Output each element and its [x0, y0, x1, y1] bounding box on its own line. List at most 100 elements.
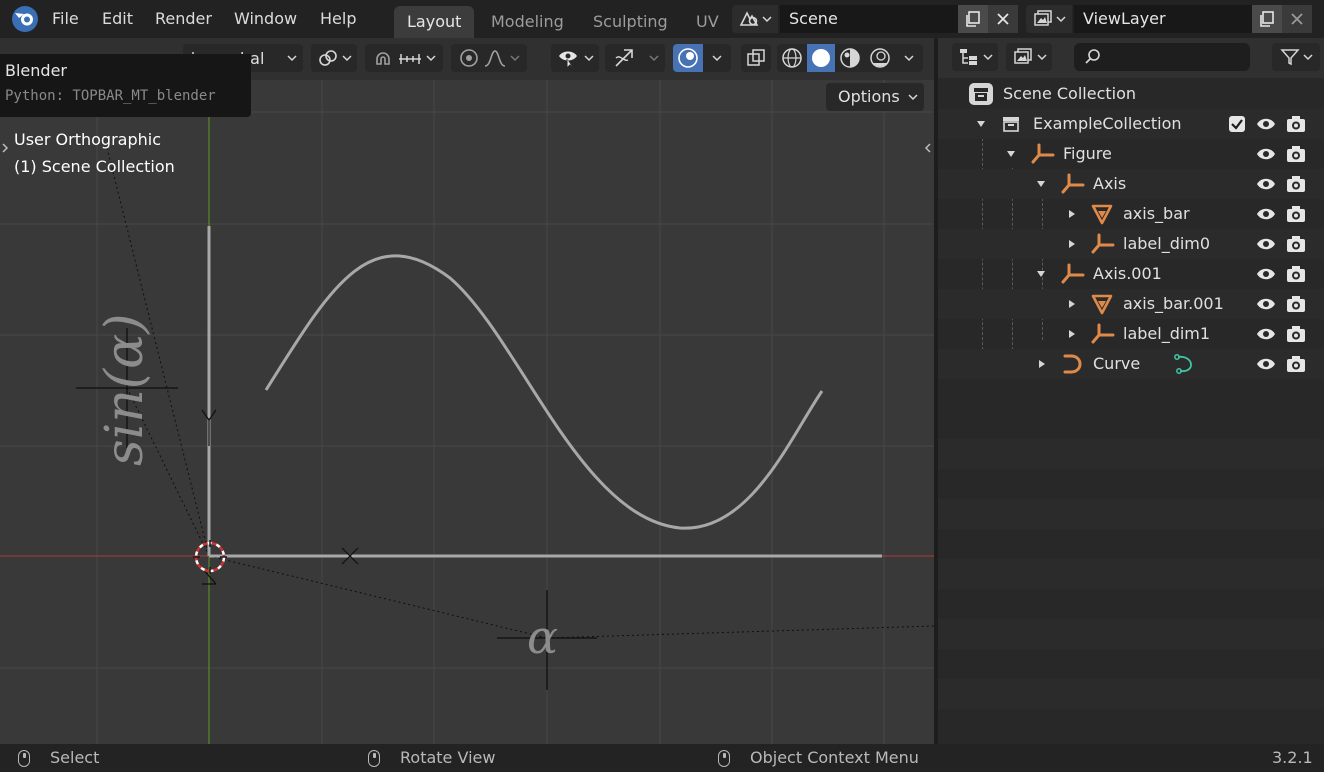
outliner-row-figure[interactable]: Figure — [938, 139, 1324, 169]
eye-icon[interactable] — [1256, 295, 1276, 313]
expand-arrow-down-icon[interactable] — [976, 119, 986, 129]
tab-sculpting[interactable]: Sculpting — [580, 6, 681, 38]
status-context-menu: Object Context Menu — [750, 748, 919, 767]
outliner-row-label-dim1[interactable]: label_dim1 — [938, 319, 1324, 349]
blender-logo-icon[interactable] — [9, 4, 41, 34]
tab-modeling[interactable]: Modeling — [478, 6, 577, 38]
outliner-row-scene-collection[interactable]: Scene Collection — [938, 79, 1324, 109]
menu-window[interactable]: Window — [234, 0, 297, 38]
camera-icon[interactable] — [1286, 295, 1306, 313]
toolbar-expand-handle[interactable] — [0, 138, 10, 158]
empty-icon — [1091, 323, 1115, 344]
outliner-search-input[interactable] — [1074, 43, 1250, 71]
outliner-label: label_dim1 — [1123, 324, 1211, 343]
chevron-down-icon — [1302, 54, 1313, 61]
display-mode-dropdown[interactable] — [952, 43, 998, 71]
scene-delete-button[interactable] — [988, 5, 1018, 33]
checkmark-icon — [1231, 119, 1243, 130]
view-layer-new-button[interactable] — [1252, 5, 1282, 33]
expand-arrow-right-icon[interactable] — [1037, 359, 1047, 369]
scene-name-field[interactable]: Scene — [780, 5, 958, 33]
outliner-label: label_dim0 — [1123, 234, 1211, 253]
shading-dropdown[interactable] — [895, 44, 923, 72]
outliner-row-examplecollection[interactable]: ExampleCollection — [938, 109, 1324, 139]
tab-layout[interactable]: Layout — [394, 6, 475, 38]
outliner-label: Axis — [1093, 174, 1127, 193]
sidebar-expand-handle[interactable] — [923, 138, 933, 158]
eye-icon[interactable] — [1256, 205, 1276, 223]
proportional-edit-toggle[interactable] — [451, 44, 527, 72]
search-icon — [1085, 49, 1100, 64]
shading-rendered-button[interactable] — [865, 44, 895, 72]
curve-icon — [1063, 354, 1082, 374]
empty-row — [938, 499, 1324, 529]
camera-icon[interactable] — [1286, 235, 1306, 253]
expand-arrow-right-icon[interactable] — [1067, 299, 1077, 309]
menu-help[interactable]: Help — [320, 0, 356, 38]
snap-toggle[interactable] — [365, 44, 443, 72]
eye-icon[interactable] — [1256, 145, 1276, 163]
shading-solid-button[interactable] — [807, 44, 835, 72]
curve-data-icon[interactable] — [1172, 353, 1196, 375]
chevron-right-icon — [2, 143, 9, 153]
eye-icon[interactable] — [1256, 325, 1276, 343]
empty-icon — [1031, 143, 1055, 164]
outliner-label: axis_bar — [1123, 204, 1190, 223]
tooltip-title: Blender — [5, 61, 67, 80]
eye-icon[interactable] — [1256, 175, 1276, 193]
camera-icon[interactable] — [1286, 115, 1306, 133]
outliner-row-label-dim0[interactable]: label_dim0 — [938, 229, 1324, 259]
exclude-checkbox[interactable] — [1229, 116, 1245, 132]
outliner-row-curve[interactable]: Curve — [938, 349, 1324, 379]
camera-icon[interactable] — [1286, 355, 1306, 373]
expand-arrow-right-icon[interactable] — [1067, 239, 1077, 249]
shading-wireframe-button[interactable] — [777, 44, 807, 72]
expand-arrow-right-icon[interactable] — [1067, 209, 1077, 219]
empty-icon — [1061, 173, 1085, 194]
camera-icon[interactable] — [1286, 145, 1306, 163]
xray-toggle[interactable] — [741, 44, 771, 72]
menu-render[interactable]: Render — [155, 0, 212, 38]
object-visibility-dropdown[interactable] — [551, 44, 599, 72]
camera-icon[interactable] — [1286, 205, 1306, 223]
outliner-row-axis-bar-001[interactable]: axis_bar.001 — [938, 289, 1324, 319]
outliner-row-axis-001[interactable]: Axis.001 — [938, 259, 1324, 289]
menu-file[interactable]: File — [52, 0, 79, 38]
expand-arrow-down-icon[interactable] — [1036, 269, 1046, 279]
options-dropdown[interactable]: Options — [826, 83, 924, 111]
expand-arrow-down-icon[interactable] — [1006, 149, 1016, 159]
gizmo-dropdown[interactable] — [605, 44, 665, 72]
eye-icon[interactable] — [1256, 265, 1276, 283]
snap-increment-icon — [399, 54, 421, 64]
view-layer-browse-button[interactable] — [1026, 5, 1072, 33]
eye-icon[interactable] — [1256, 115, 1276, 133]
outliner-filter-dropdown[interactable] — [1272, 43, 1320, 71]
overlays-dropdown[interactable] — [703, 44, 731, 72]
view-layer-name-field[interactable]: ViewLayer — [1074, 5, 1252, 33]
shading-material-button[interactable] — [835, 44, 865, 72]
view-layer-delete-button[interactable] — [1282, 5, 1312, 33]
camera-icon[interactable] — [1286, 265, 1306, 283]
solid-sphere-icon — [812, 49, 830, 67]
copy-icon — [966, 11, 980, 27]
view-layer-filter-dropdown[interactable] — [1006, 43, 1052, 71]
status-rotate-view: Rotate View — [400, 748, 496, 767]
overlays-toggle[interactable] — [673, 44, 703, 72]
expand-arrow-down-icon[interactable] — [1036, 179, 1046, 189]
camera-icon[interactable] — [1286, 325, 1306, 343]
collection-icon — [1003, 117, 1019, 132]
scene-browse-button[interactable] — [732, 5, 778, 33]
tooltip-python: Python: TOPBAR_MT_blender — [5, 88, 216, 104]
eye-icon[interactable] — [1256, 355, 1276, 373]
outliner-label: Figure — [1063, 144, 1112, 163]
scene-new-button[interactable] — [958, 5, 988, 33]
pivot-point-dropdown[interactable] — [311, 44, 357, 72]
3d-viewport[interactable]: sin(α) α bal Blender Python: TOPBAR_MT_b… — [0, 38, 934, 744]
tab-uv[interactable]: UV — [683, 6, 732, 38]
camera-icon[interactable] — [1286, 175, 1306, 193]
menu-edit[interactable]: Edit — [102, 0, 133, 38]
expand-arrow-right-icon[interactable] — [1067, 329, 1077, 339]
eye-icon[interactable] — [1256, 235, 1276, 253]
outliner-row-axis-bar[interactable]: axis_bar — [938, 199, 1324, 229]
outliner-row-axis[interactable]: Axis — [938, 169, 1324, 199]
